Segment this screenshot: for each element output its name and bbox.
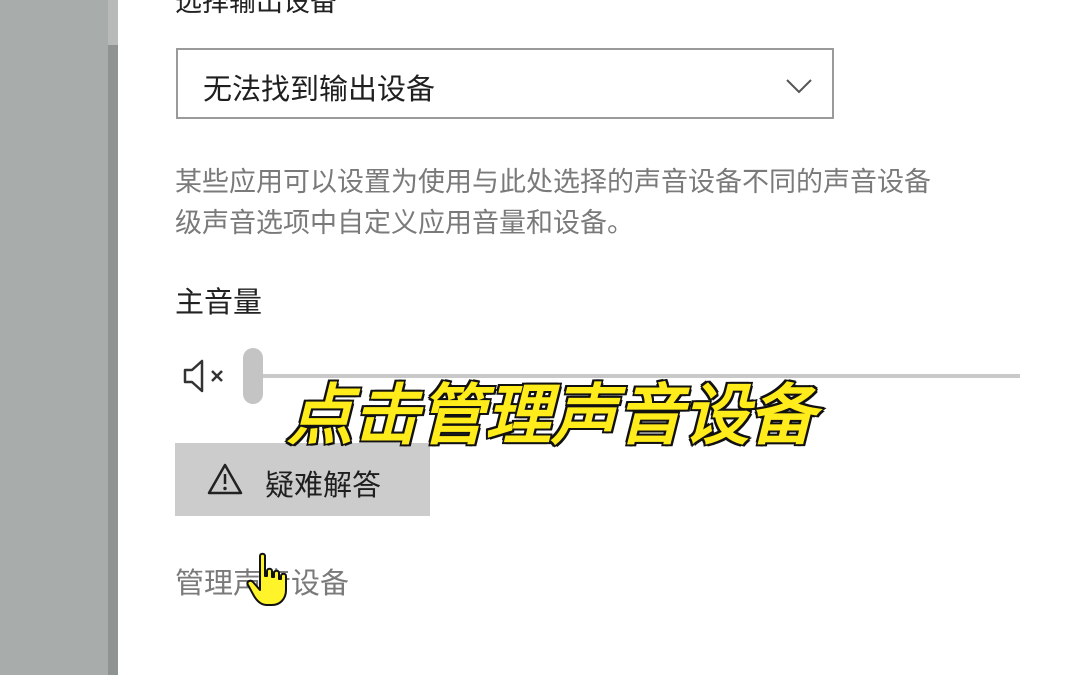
description-line-1: 某些应用可以设置为使用与此处选择的声音设备不同的声音设备: [175, 167, 931, 198]
chevron-down-icon: [786, 79, 812, 94]
description-line-2: 级声音选项中自定义应用音量和设备。: [175, 208, 634, 239]
window-shadow: [108, 45, 118, 675]
hand-cursor-icon: [246, 552, 287, 606]
volume-slider-thumb[interactable]: [243, 348, 263, 404]
output-device-dropdown[interactable]: 无法找到输出设备: [176, 48, 834, 119]
master-volume-heading: 主音量: [175, 285, 263, 319]
screen: 选择输出设备 无法找到输出设备 某些应用可以设置为使用与此处选择的声音设备不同的…: [0, 0, 1080, 675]
speaker-muted-icon[interactable]: [182, 358, 230, 394]
output-device-selected-value: 无法找到输出设备: [203, 72, 436, 106]
video-caption-overlay: 点击管理声音设备: [286, 376, 817, 456]
warning-triangle-icon: [207, 463, 243, 495]
troubleshoot-label: 疑难解答: [265, 468, 382, 502]
window-border: [108, 0, 118, 45]
background-window-strip: [0, 0, 108, 675]
output-device-description: 某些应用可以设置为使用与此处选择的声音设备不同的声音设备 级声音选项中自定义应用…: [175, 162, 1080, 244]
output-device-heading: 选择输出设备: [175, 0, 337, 18]
